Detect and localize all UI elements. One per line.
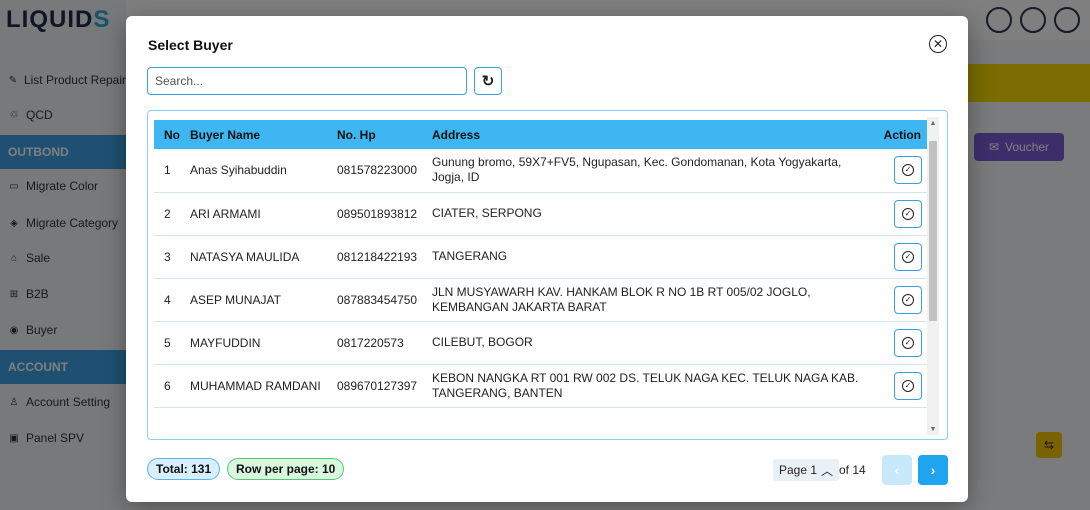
- next-page-button[interactable]: ›: [918, 455, 948, 485]
- table-row: 1 Anas Syihabuddin 081578223000 Gunung brom…: [154, 149, 927, 192]
- cell-address: KEBON NANGKA RT 001 RW 002 DS. TELUK NAG…: [432, 364, 875, 407]
- check-circle-icon: ✓: [902, 336, 914, 349]
- cell-address: CILEBUT, BOGOR: [432, 321, 875, 364]
- address-text: JLN MUSYAWARH KAV. HANKAM BLOK R NO 1B R…: [432, 284, 811, 314]
- rows-per-page-badge[interactable]: Row per page: 10: [227, 458, 345, 480]
- cell-no: 1: [164, 163, 171, 178]
- cell-phone: 089670127397: [337, 378, 418, 393]
- check-circle-icon: ✓: [902, 250, 914, 263]
- chevron-right-icon: ›: [930, 462, 936, 478]
- scroll-down-icon[interactable]: ▼: [927, 423, 939, 435]
- chevron-left-icon: ‹: [894, 462, 900, 478]
- select-buyer-button[interactable]: ✓: [894, 242, 922, 271]
- cell-address: JLN MUSYAWARH KAV. HANKAM BLOK R NO 1B R…: [432, 278, 875, 321]
- cell-action: ✓: [875, 278, 927, 321]
- select-buyer-button[interactable]: ✓: [894, 371, 922, 400]
- address-text: KEBON NANGKA RT 001 RW 002 DS. TELUK NAG…: [432, 370, 859, 400]
- select-buyer-button[interactable]: ✓: [894, 285, 922, 314]
- close-button[interactable]: ✕: [929, 35, 947, 53]
- total-badge: Total: 131: [147, 458, 221, 480]
- address-text: Gunung bromo, 59X7+FV5, Ngupasan, Kec. G…: [432, 155, 842, 185]
- address-text: TANGERANG: [432, 249, 508, 263]
- buyer-table: No Buyer Name No. Hp Address Action 1 Ana…: [154, 120, 927, 408]
- table-scrollbar[interactable]: ▲ ▼: [927, 117, 939, 435]
- check-circle-icon: ✓: [902, 207, 914, 220]
- close-icon: ✕: [932, 37, 944, 51]
- refresh-button[interactable]: ↻: [474, 67, 502, 95]
- select-buyer-modal: Select Buyer ✕ ↻ No Buyer Name No. Hp Ad…: [126, 16, 968, 502]
- buyer-table-container: No Buyer Name No. Hp Address Action 1 Ana…: [147, 110, 948, 440]
- column-header-no: No: [164, 127, 180, 142]
- column-header-name: Buyer Name: [190, 127, 261, 142]
- select-buyer-button[interactable]: ✓: [894, 199, 922, 228]
- check-circle-icon: ✓: [902, 164, 914, 177]
- cell-phone: 0817220573: [337, 335, 404, 350]
- table-row: 4 ASEP MUNAJAT 087883454750 JLN MUSYAWARH K…: [154, 278, 927, 321]
- check-circle-icon: ✓: [902, 293, 914, 306]
- table-row: 3 NATASYA MAULIDA 081218422193 TANGERANG ✓: [154, 235, 927, 278]
- cell-buyer-name: Anas Syihabuddin: [190, 163, 287, 178]
- cell-buyer-name: MUHAMMAD RAMDANI: [190, 378, 321, 393]
- address-text: CILEBUT, BOGOR: [432, 335, 533, 349]
- previous-page-button[interactable]: ‹: [882, 455, 912, 485]
- cell-action: ✓: [875, 321, 927, 364]
- cell-address: CIATER, SERPONG: [432, 192, 875, 235]
- cell-buyer-name: ASEP MUNAJAT: [190, 292, 281, 307]
- address-text: CIATER, SERPONG: [432, 206, 542, 220]
- chevron-up-icon: ︿: [821, 463, 834, 478]
- scroll-thumb[interactable]: [929, 141, 937, 321]
- cell-action: ✓: [875, 192, 927, 235]
- cell-address: TANGERANG: [432, 235, 875, 278]
- cell-no: 2: [164, 206, 171, 221]
- cell-buyer-name: MAYFUDDIN: [190, 335, 261, 350]
- table-header-row: No Buyer Name No. Hp Address Action: [154, 120, 927, 149]
- cell-action: ✓: [875, 364, 927, 407]
- select-buyer-button[interactable]: ✓: [894, 328, 922, 357]
- cell-phone: 087883454750: [337, 292, 418, 307]
- cell-phone: 089501893812: [337, 206, 418, 221]
- cell-action: ✓: [875, 149, 927, 192]
- page-total-label: of 14: [839, 463, 866, 477]
- cell-no: 3: [164, 249, 171, 264]
- cell-buyer-name: ARI ARMAMI: [190, 206, 261, 221]
- table-row: 5 MAYFUDDIN 0817220573 CILEBUT, BOGOR ✓: [154, 321, 927, 364]
- modal-title: Select Buyer: [148, 37, 233, 53]
- table-row: 6 MUHAMMAD RAMDANI 089670127397 KEBON NANGK…: [154, 364, 927, 407]
- table-row: 2 ARI ARMAMI 089501893812 CIATER, SERPONG ✓: [154, 192, 927, 235]
- cell-no: 6: [164, 378, 171, 393]
- cell-no: 5: [164, 335, 171, 350]
- page-select-label: Page 1: [779, 463, 818, 477]
- check-circle-icon: ✓: [902, 379, 914, 392]
- column-header-hp: No. Hp: [337, 127, 376, 142]
- select-buyer-button[interactable]: ✓: [894, 156, 922, 185]
- cell-buyer-name: NATASYA MAULIDA: [190, 249, 300, 264]
- cell-action: ✓: [875, 235, 927, 278]
- column-header-address: Address: [432, 127, 481, 142]
- search-input[interactable]: [148, 68, 466, 94]
- cell-address: Gunung bromo, 59X7+FV5, Ngupasan, Kec. G…: [432, 149, 875, 192]
- refresh-icon: ↻: [481, 73, 495, 90]
- page-select[interactable]: Page 1 ︿: [773, 459, 840, 481]
- column-header-action: Action: [883, 127, 921, 142]
- cell-phone: 081218422193: [337, 249, 418, 264]
- search-field: [147, 67, 467, 95]
- cell-phone: 081578223000: [337, 163, 418, 178]
- scroll-up-icon[interactable]: ▲: [927, 117, 939, 129]
- cell-no: 4: [164, 292, 171, 307]
